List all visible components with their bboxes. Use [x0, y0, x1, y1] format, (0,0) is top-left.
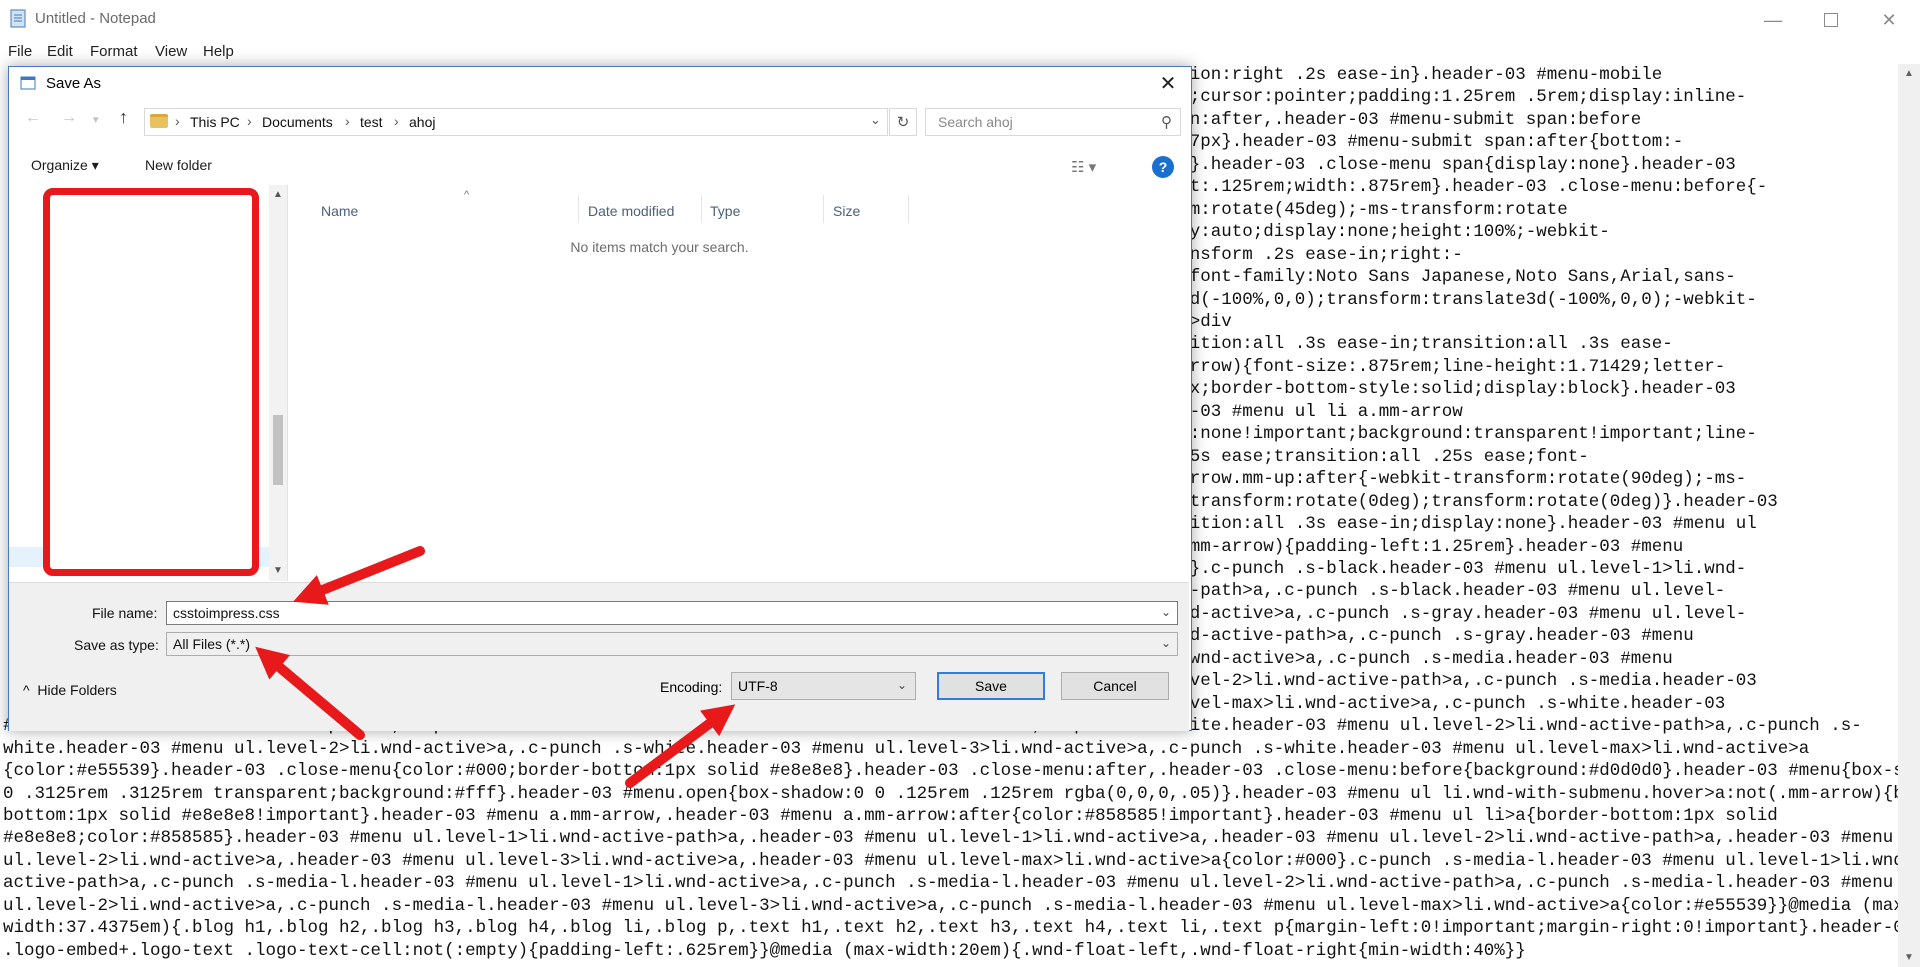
dialog-bottom-panel: File name: csstoimpress.css ⌄ Save as ty… [9, 582, 1189, 731]
file-name-input[interactable]: csstoimpress.css ⌄ [166, 601, 1178, 625]
nav-scrollbar[interactable]: ▲ ▼ [269, 185, 287, 581]
chevron-up-icon: ^ [23, 682, 30, 698]
search-placeholder: Search ahoj [938, 114, 1013, 130]
sort-up-icon: ^ [464, 189, 470, 201]
hide-folders-label: Hide Folders [37, 682, 117, 698]
dialog-toolbar: Organize ▾ New folder ☷ ▾ ? [9, 147, 1189, 185]
chevron-down-icon[interactable]: ⌄ [870, 112, 881, 128]
breadcrumb-ahoj[interactable]: ahoj [409, 114, 435, 130]
column-type[interactable]: Type [710, 203, 740, 219]
empty-message: No items match your search. [570, 239, 749, 255]
column-date-modified[interactable]: Date modified [588, 203, 674, 219]
breadcrumb-test[interactable]: test [360, 114, 383, 130]
save-dialog-icon [20, 76, 36, 90]
address-bar[interactable]: › This PC › Documents › test › ahoj ⌄ [144, 108, 888, 136]
close-icon: ✕ [1881, 9, 1897, 30]
menu-help[interactable]: Help [203, 43, 234, 60]
maximize-button[interactable] [1808, 4, 1854, 36]
file-list-pane[interactable]: ^ Name Date modified Type Size No items … [288, 185, 1189, 581]
chevron-right-icon: › [175, 113, 180, 129]
new-folder-button[interactable]: New folder [145, 157, 212, 173]
refresh-button[interactable]: ↻ [889, 108, 917, 136]
file-name-value: csstoimpress.css [173, 605, 280, 621]
file-name-label: File name: [92, 605, 158, 621]
column-divider[interactable] [908, 195, 909, 223]
folder-icon [150, 114, 168, 128]
column-divider[interactable] [701, 195, 702, 223]
menu-file[interactable]: File [8, 43, 32, 60]
scroll-up-icon[interactable]: ▲ [273, 189, 283, 200]
minimize-button[interactable]: — [1750, 4, 1796, 36]
view-options-icon[interactable]: ☷ ▾ [1071, 158, 1096, 176]
chevron-right-icon: › [247, 113, 252, 129]
close-icon: ✕ [1159, 72, 1177, 95]
save-as-type-select[interactable]: All Files (*.*) ⌄ [166, 632, 1178, 656]
breadcrumb-this-pc[interactable]: This PC [190, 114, 240, 130]
window-title: Untitled - Notepad [35, 10, 156, 27]
navigation-pane[interactable]: ▲ ▼ [9, 185, 288, 581]
chevron-right-icon: › [345, 113, 350, 129]
back-icon[interactable]: ← [25, 109, 41, 127]
column-divider[interactable] [578, 195, 579, 223]
hide-folders-button[interactable]: ^ Hide Folders [23, 682, 117, 698]
scroll-up-icon[interactable]: ▲ [1904, 68, 1914, 79]
help-icon[interactable]: ? [1152, 156, 1174, 178]
dialog-title: Save As [46, 75, 102, 92]
up-arrow-icon[interactable]: ↑ [119, 107, 128, 128]
editor-scrollbar[interactable]: ▲ ▼ [1898, 64, 1920, 967]
save-as-dialog: Save As ✕ ← → ▾ ↑ › This PC › Documents … [8, 66, 1192, 731]
encoding-label: Encoding: [660, 679, 723, 695]
column-name[interactable]: Name [321, 203, 358, 219]
save-as-type-value: All Files (*.*) [173, 636, 251, 652]
recent-dropdown-icon[interactable]: ▾ [93, 113, 99, 126]
menu-bar: File Edit Format View Help [0, 41, 1920, 63]
breadcrumb-documents[interactable]: Documents [262, 114, 333, 130]
close-window-button[interactable]: ✕ [1866, 4, 1912, 36]
refresh-icon: ↻ [896, 114, 910, 131]
search-input[interactable]: Search ahoj ⚲ [925, 108, 1181, 136]
menu-view[interactable]: View [155, 43, 187, 60]
scroll-thumb[interactable] [273, 415, 283, 485]
scroll-down-icon[interactable]: ▼ [1904, 952, 1914, 963]
menu-format[interactable]: Format [90, 43, 138, 60]
maximize-icon [1824, 13, 1838, 27]
chevron-down-icon[interactable]: ⌄ [1161, 636, 1171, 650]
save-as-type-label: Save as type: [74, 637, 159, 653]
menu-edit[interactable]: Edit [47, 43, 73, 60]
chevron-right-icon: › [394, 113, 399, 129]
minimize-icon: — [1764, 9, 1782, 30]
organize-button[interactable]: Organize ▾ [31, 157, 99, 174]
encoding-select[interactable]: UTF-8 ⌄ [731, 672, 916, 700]
save-button[interactable]: Save [937, 672, 1045, 700]
scroll-down-icon[interactable]: ▼ [273, 565, 283, 576]
cancel-button[interactable]: Cancel [1061, 672, 1169, 700]
notepad-titlebar: Untitled - Notepad — ✕ [0, 0, 1920, 40]
chevron-down-icon[interactable]: ⌄ [897, 678, 907, 692]
encoding-value: UTF-8 [738, 678, 778, 694]
notepad-icon [10, 9, 26, 28]
dialog-close-button[interactable]: ✕ [1145, 67, 1191, 99]
redaction-box [43, 188, 259, 576]
dialog-titlebar: Save As ✕ [9, 67, 1191, 99]
column-size[interactable]: Size [833, 203, 860, 219]
column-divider[interactable] [823, 195, 824, 223]
forward-icon[interactable]: → [61, 109, 77, 127]
chevron-down-icon[interactable]: ⌄ [1161, 605, 1171, 619]
search-icon: ⚲ [1161, 114, 1172, 131]
